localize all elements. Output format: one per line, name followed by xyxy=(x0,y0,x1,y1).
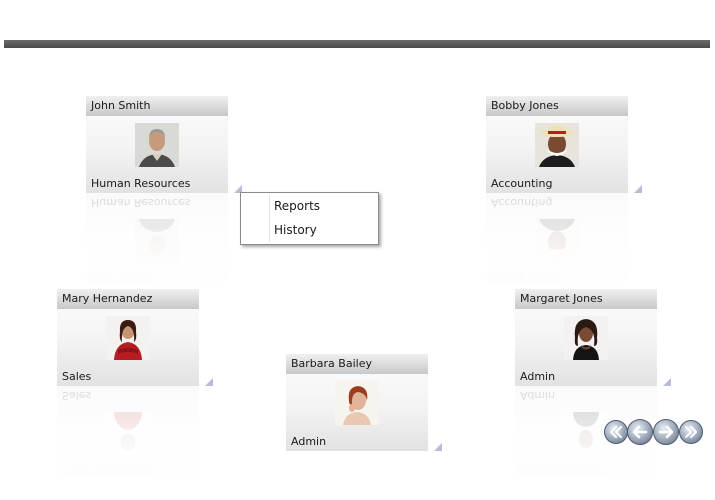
first-icon xyxy=(609,425,623,439)
reflection-photo xyxy=(564,412,608,456)
next-icon xyxy=(658,425,674,439)
next-button[interactable] xyxy=(653,419,679,445)
photo-mary-hernandez xyxy=(106,316,150,360)
card-department: Accounting xyxy=(491,177,553,190)
photo-margaret-jones xyxy=(564,316,608,360)
person-card-bobby-jones[interactable]: Bobby Jones Accounting Bobby Jones Accou… xyxy=(486,96,642,290)
card-menu-corner[interactable] xyxy=(663,378,671,386)
reflection-name: Mary Hernandez xyxy=(57,463,199,483)
person-card-john-smith[interactable]: John Smith Human Resources John Smith Hu… xyxy=(86,96,242,290)
context-menu: Reports History xyxy=(240,192,379,245)
person-card-margaret-jones[interactable]: Margaret Jones Admin Margaret Jones Admi… xyxy=(515,289,671,483)
card-name: Bobby Jones xyxy=(486,96,628,116)
card-reflection: John Smith Human Resources xyxy=(86,193,228,290)
reflection-name: Bobby Jones xyxy=(486,270,628,290)
card-name: Margaret Jones xyxy=(515,289,657,309)
card-department: Admin xyxy=(520,370,556,383)
reflection-department: Sales xyxy=(62,389,92,402)
last-button[interactable] xyxy=(679,420,703,444)
reflection-name: John Smith xyxy=(86,270,228,290)
card-department: Sales xyxy=(62,370,92,383)
photo-bobby-jones xyxy=(535,123,579,167)
reflection-photo xyxy=(106,412,150,456)
card-body[interactable]: John Smith Human Resources xyxy=(86,96,242,193)
card-department: Admin xyxy=(291,435,327,448)
reflection-department: Human Resources xyxy=(91,196,191,209)
photo-barbara-bailey xyxy=(335,381,379,425)
reflection-photo xyxy=(135,219,179,263)
menu-item-reports[interactable]: Reports xyxy=(243,195,376,217)
card-body[interactable]: Barbara Bailey Admin xyxy=(286,354,442,451)
previous-button[interactable] xyxy=(627,419,653,445)
menu-item-history[interactable]: History xyxy=(243,219,376,241)
reflection-photo xyxy=(535,219,579,263)
card-name: Mary Hernandez xyxy=(57,289,199,309)
top-bar xyxy=(4,40,710,48)
card-reflection: Mary Hernandez Sales xyxy=(57,386,199,483)
card-reflection: Bobby Jones Accounting xyxy=(486,193,628,290)
reflection-department: Accounting xyxy=(491,196,553,209)
person-card-mary-hernandez[interactable]: Mary Hernandez Sales Mary Hernandez Sale… xyxy=(57,289,213,483)
card-department: Human Resources xyxy=(91,177,191,190)
reflection-name: Margaret Jones xyxy=(515,463,657,483)
card-name: Barbara Bailey xyxy=(286,354,428,374)
card-menu-corner[interactable] xyxy=(434,443,442,451)
card-body[interactable]: Mary Hernandez Sales xyxy=(57,289,213,386)
previous-icon xyxy=(632,425,648,439)
card-body[interactable]: Bobby Jones Accounting xyxy=(486,96,642,193)
photo-john-smith xyxy=(135,123,179,167)
card-name: John Smith xyxy=(86,96,228,116)
first-button[interactable] xyxy=(604,420,628,444)
person-card-barbara-bailey[interactable]: Barbara Bailey Admin xyxy=(286,354,442,451)
last-icon xyxy=(684,425,698,439)
card-body[interactable]: Margaret Jones Admin xyxy=(515,289,671,386)
reflection-department: Admin xyxy=(520,389,556,402)
card-menu-corner[interactable] xyxy=(205,378,213,386)
card-menu-corner[interactable] xyxy=(634,185,642,193)
